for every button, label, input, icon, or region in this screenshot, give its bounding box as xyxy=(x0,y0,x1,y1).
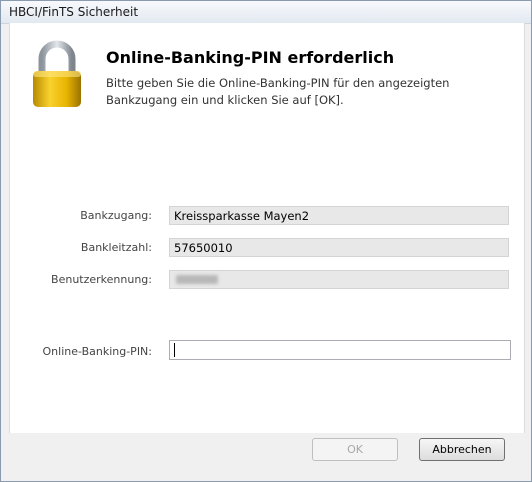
lock-icon xyxy=(33,40,81,107)
cancel-button[interactable]: Abbrechen xyxy=(419,438,505,461)
title-bar[interactable]: HBCI/FinTS Sicherheit xyxy=(1,1,531,24)
bankleitzahl-label: Bankleitzahl: xyxy=(80,241,152,254)
redacted-value xyxy=(176,275,218,284)
button-bar: OK Abbrechen xyxy=(1,433,531,481)
window-title: HBCI/FinTS Sicherheit xyxy=(9,5,139,19)
benutzerkennung-field xyxy=(169,270,509,289)
text-caret xyxy=(174,343,175,357)
dialog-heading: Online-Banking-PIN erforderlich xyxy=(106,48,395,67)
ok-button[interactable]: OK xyxy=(312,438,398,461)
bankzugang-label: Bankzugang: xyxy=(80,209,152,222)
dialog-window: HBCI/FinTS Sicherheit Online-Banking-PIN… xyxy=(0,0,532,482)
dialog-content: Online-Banking-PIN erforderlich Bitte ge… xyxy=(9,23,525,433)
dialog-description: Bitte geben Sie die Online-Banking-PIN f… xyxy=(106,76,450,107)
bankzugang-field: Kreissparkasse Mayen2 xyxy=(169,206,509,225)
bankleitzahl-field: 57650010 xyxy=(169,238,509,257)
pin-label: Online-Banking-PIN: xyxy=(42,345,152,358)
pin-input[interactable] xyxy=(169,340,511,360)
benutzerkennung-label: Benutzerkennung: xyxy=(51,273,152,286)
